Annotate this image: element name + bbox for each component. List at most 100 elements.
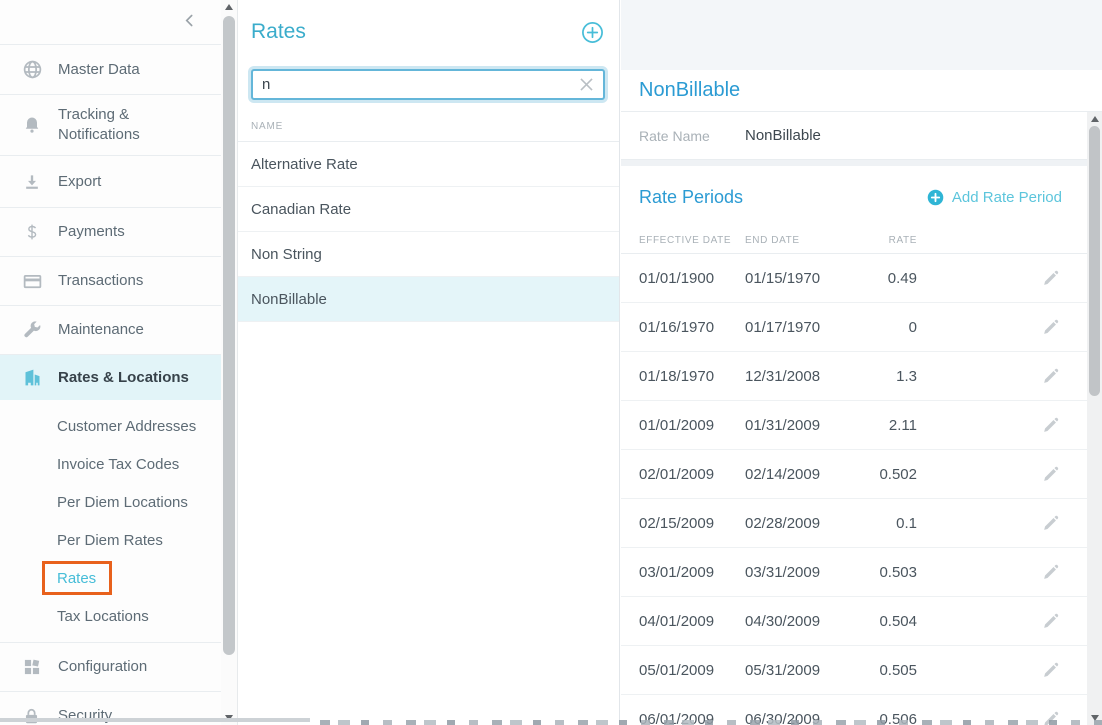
clear-search-icon[interactable] [577,75,596,94]
sidebar-subitem-customer-addresses[interactable]: Customer Addresses [0,407,221,445]
rate-period-row: 01/16/197001/17/19700 [621,303,1087,352]
edit-rate-period-button[interactable] [1037,314,1063,340]
sidebar-item-maintenance[interactable]: Maintenance [0,306,221,355]
sidebar-item-label: Transactions [58,271,208,291]
pencil-icon [1041,661,1060,680]
add-rate-icon[interactable] [581,21,604,44]
edit-rate-period-button[interactable] [1037,412,1063,438]
sidebar: Master Data Tracking & Notifications Expor… [0,0,221,725]
cell-effective-date: 01/01/2009 [639,417,745,434]
detail-scrollbar[interactable] [1087,112,1102,725]
cell-end-date: 12/31/2008 [745,368,855,385]
building-icon [22,367,44,388]
rate-period-row: 01/01/190001/15/19700.49 [621,254,1087,303]
sidebar-item-label: Maintenance [58,320,208,340]
pencil-icon [1041,465,1060,484]
sidebar-item-export[interactable]: Export [0,156,221,208]
cell-effective-date: 03/01/2009 [639,564,745,581]
sidebar-subitem-invoice-tax-codes[interactable]: Invoice Tax Codes [0,445,221,483]
sidebar-item-label: Master Data [58,60,208,80]
rate-period-row: 02/01/200902/14/20090.502 [621,450,1087,499]
cell-effective-date: 02/15/2009 [639,515,745,532]
edit-rate-period-button[interactable] [1037,363,1063,389]
wrench-icon [22,320,44,340]
pencil-icon [1041,416,1060,435]
sidebar-item-payments[interactable]: Payments [0,208,221,257]
cell-rate: 0.1 [855,515,917,532]
edit-rate-period-button[interactable] [1037,510,1063,536]
rate-periods-table-body: 01/01/190001/15/19700.4901/16/197001/17/… [621,254,1087,725]
edit-rate-period-button[interactable] [1037,559,1063,585]
edit-rate-period-button[interactable] [1037,461,1063,487]
dollar-icon [22,222,44,242]
cell-effective-date: 05/01/2009 [639,662,745,679]
sidebar-item-configuration[interactable]: Configuration [0,643,221,692]
sidebar-subitem-tax-locations[interactable]: Tax Locations [0,597,221,635]
sidebar-sub-list: Customer Addresses Invoice Tax Codes Per D… [0,400,221,643]
lock-icon [22,707,44,725]
sidebar-item-tracking-notifications[interactable]: Tracking & Notifications [0,95,221,156]
pencil-icon [1041,318,1060,337]
rate-detail-panel: NonBillable Rate NameNonBillable Rate Pe… [621,0,1102,725]
sidebar-item-rates-locations[interactable]: Rates & Locations [0,355,221,400]
sidebar-item-transactions[interactable]: Transactions [0,257,221,306]
rate-period-row: 01/01/200901/31/20092.11 [621,401,1087,450]
cell-rate: 0.505 [855,662,917,679]
sidebar-subitem-per-diem-locations[interactable]: Per Diem Locations [0,483,221,521]
detail-header-bar [621,0,1102,70]
sidebar-item-master-data[interactable]: Master Data [0,45,221,95]
edit-rate-period-button[interactable] [1037,265,1063,291]
edit-rate-period-button[interactable] [1037,657,1063,683]
search-input[interactable] [251,69,605,100]
cell-end-date: 04/30/2009 [745,613,855,630]
plus-circle-icon [927,189,944,206]
list-item-non-string[interactable]: Non String [238,232,619,277]
add-rate-period-button[interactable]: Add Rate Period [927,189,1062,206]
pencil-icon [1041,367,1060,386]
sidebar-subitem-per-diem-rates[interactable]: Per Diem Rates [0,521,221,559]
sidebar-header [0,0,221,45]
cell-end-date: 01/31/2009 [745,417,855,434]
list-item-nonbillable[interactable]: NonBillable [238,277,619,322]
edit-rate-period-button[interactable] [1037,608,1063,634]
sidebar-scrollbar-thumb[interactable] [223,16,235,655]
add-rate-period-label: Add Rate Period [952,189,1062,206]
col-header-rate: RATE [855,235,917,246]
cell-end-date: 05/31/2009 [745,662,855,679]
field-label: Rate Name [639,128,745,144]
rates-list: Alternative Rate Canadian Rate Non StringN… [238,142,619,322]
cell-end-date: 01/17/1970 [745,319,855,336]
rate-period-row: 05/01/200905/31/20090.505 [621,646,1087,695]
scroll-up-icon[interactable] [1087,112,1102,126]
detail-scrollbar-thumb[interactable] [1089,126,1100,396]
col-header-end-date: END DATE [745,235,855,246]
col-header-effective-date: EFFECTIVE DATE [639,235,745,246]
sidebar-scrollbar[interactable] [221,0,237,725]
list-item-canadian-rate[interactable]: Canadian Rate [238,187,619,232]
sidebar-item-label: Payments [58,222,208,242]
field-row-rate-name: Rate NameNonBillable [621,112,1087,160]
cell-rate: 0 [855,319,917,336]
collapse-sidebar-icon[interactable] [182,13,197,33]
list-item-label: Canadian Rate [251,201,351,218]
cell-end-date: 03/31/2009 [745,564,855,581]
card-icon [22,271,44,292]
field-value: NonBillable [745,127,821,144]
cell-end-date: 01/15/1970 [745,270,855,287]
sidebar-subitem-label: Per Diem Locations [57,494,188,511]
cell-rate: 0.504 [855,613,917,630]
list-column-header: NAME [251,121,619,141]
rate-period-row: 03/01/200903/31/20090.503 [621,548,1087,597]
scroll-up-icon[interactable] [221,0,237,14]
sidebar-subitem-label: Invoice Tax Codes [57,456,179,473]
sidebar-subitem-label: Per Diem Rates [57,532,163,549]
sidebar-item-label: Export [58,172,208,192]
list-item-alternative-rate[interactable]: Alternative Rate [238,142,619,187]
rates-list-panel: Rates NAME Alternative RateCanadian Rate… [237,0,620,725]
sidebar-item-label: Security [58,706,208,725]
download-icon [22,172,44,192]
cell-effective-date: 04/01/2009 [639,613,745,630]
sidebar-subitem-rates[interactable]: Rates [0,559,221,597]
cell-effective-date: 02/01/2009 [639,466,745,483]
sidebar-subitem-label: Tax Locations [57,608,149,625]
